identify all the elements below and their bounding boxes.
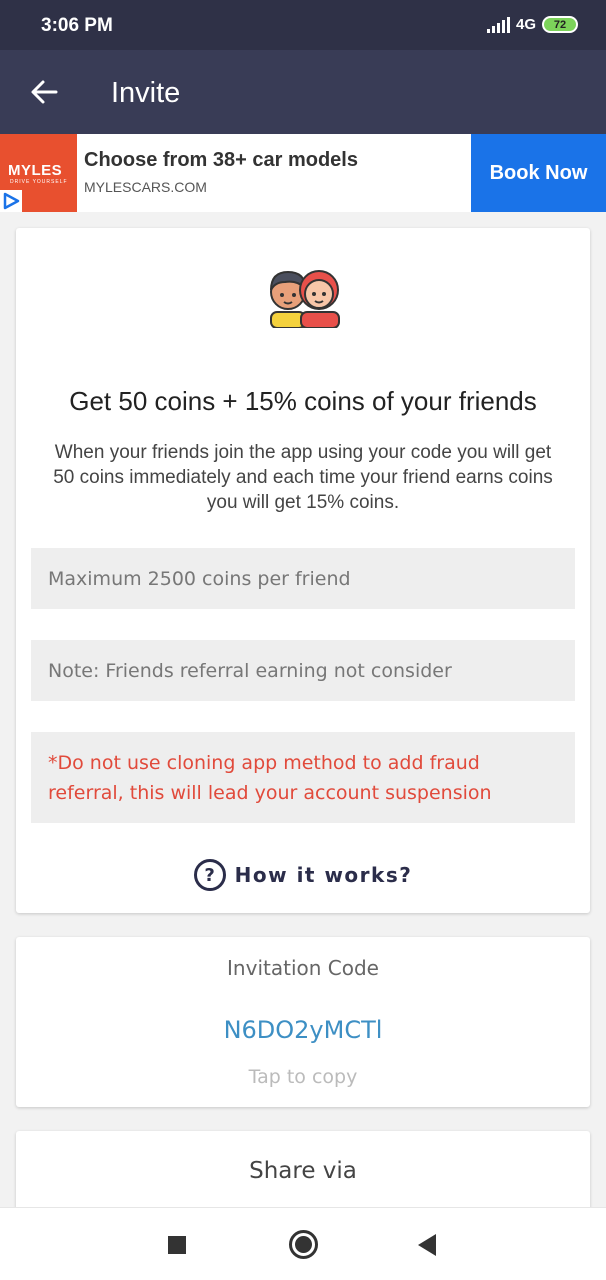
invitation-code[interactable]: N6DO2yMCTl (16, 1016, 590, 1044)
app-bar: Invite (0, 50, 606, 134)
network-type: 4G (515, 16, 536, 33)
adchoices-icon[interactable] (0, 190, 22, 212)
invite-headline: Get 50 coins + 15% coins of your friends (69, 386, 537, 416)
ad-logo-text: MYLES (8, 162, 63, 179)
question-icon: ? (193, 859, 226, 891)
two-friends-icon (270, 270, 340, 328)
system-nav-bar (0, 1207, 606, 1280)
max-coins-note: Maximum 2500 coins per friend (31, 548, 575, 609)
signal-icon (486, 16, 510, 33)
tap-to-copy-hint[interactable]: Tap to copy (16, 1066, 590, 1088)
status-icons: 4G 72 (486, 16, 578, 33)
fraud-warning: *Do not use cloning app method to add fr… (31, 732, 575, 823)
ad-headline[interactable]: Choose from 38+ car models (84, 149, 358, 172)
invite-description: When your friends join the app using you… (53, 442, 553, 513)
referral-note: Note: Friends referral earning not consi… (31, 640, 575, 701)
ad-banner[interactable]: MYLES DRIVE YOURSELF Choose from 38+ car… (0, 134, 606, 212)
triangle-back-icon[interactable] (418, 1234, 436, 1256)
status-bar: 3:06 PM 4G 72 (0, 0, 606, 50)
ad-logo-tagline: DRIVE YOURSELF (10, 179, 68, 185)
ad-url[interactable]: MYLESCARS.COM (84, 179, 207, 195)
square-icon[interactable] (168, 1236, 186, 1254)
page-title: Invite (111, 77, 181, 109)
invite-card: Get 50 coins + 15% coins of your friends… (16, 228, 590, 913)
status-time: 3:06 PM (41, 15, 113, 36)
invitation-code-card[interactable]: Invitation Code N6DO2yMCTl Tap to copy (16, 937, 590, 1107)
battery-icon: 72 (542, 16, 578, 33)
how-it-works-link[interactable]: ? How it works? (16, 859, 590, 891)
circle-home-icon[interactable] (289, 1230, 318, 1259)
invitation-code-label: Invitation Code (227, 956, 379, 980)
share-via-label: Share via (249, 1158, 357, 1184)
ad-book-now-button[interactable]: Book Now (471, 134, 606, 212)
arrow-left-icon[interactable] (28, 76, 60, 108)
how-it-works-label: How it works? (234, 863, 413, 887)
